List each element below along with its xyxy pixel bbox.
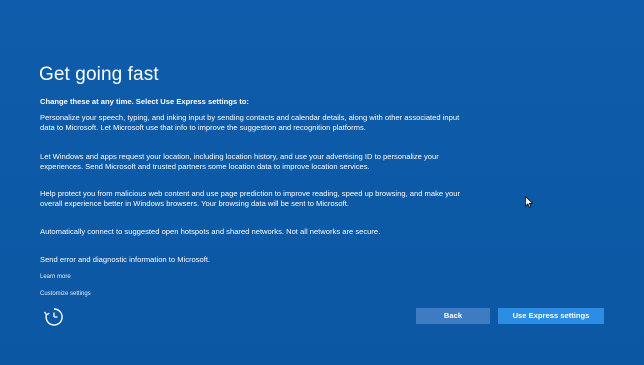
use-express-settings-button[interactable]: Use Express settings	[498, 308, 604, 324]
ease-of-access-icon[interactable]	[42, 306, 66, 328]
mouse-pointer-icon	[525, 196, 534, 208]
paragraph-speech-typing: Personalize your speech, typing, and ink…	[40, 113, 460, 132]
page-subtitle: Change these at any time. Select Use Exp…	[40, 97, 249, 106]
paragraph-browser-protection: Help protect you from malicious web cont…	[40, 189, 461, 208]
learn-more-link[interactable]: Learn more	[40, 273, 71, 281]
customize-settings-link[interactable]: Customize settings	[40, 290, 91, 298]
paragraph-diagnostics: Send error and diagnostic information to…	[40, 255, 211, 264]
paragraph-hotspots: Automatically connect to suggested open …	[40, 227, 381, 236]
ease-of-access-icon-graphic	[43, 308, 63, 326]
back-button[interactable]: Back	[416, 308, 490, 324]
page-title: Get going fast	[39, 64, 159, 85]
paragraph-location: Let Windows and apps request your locati…	[40, 152, 439, 171]
setup-screen: Get going fast Change these at any time.…	[0, 0, 644, 365]
